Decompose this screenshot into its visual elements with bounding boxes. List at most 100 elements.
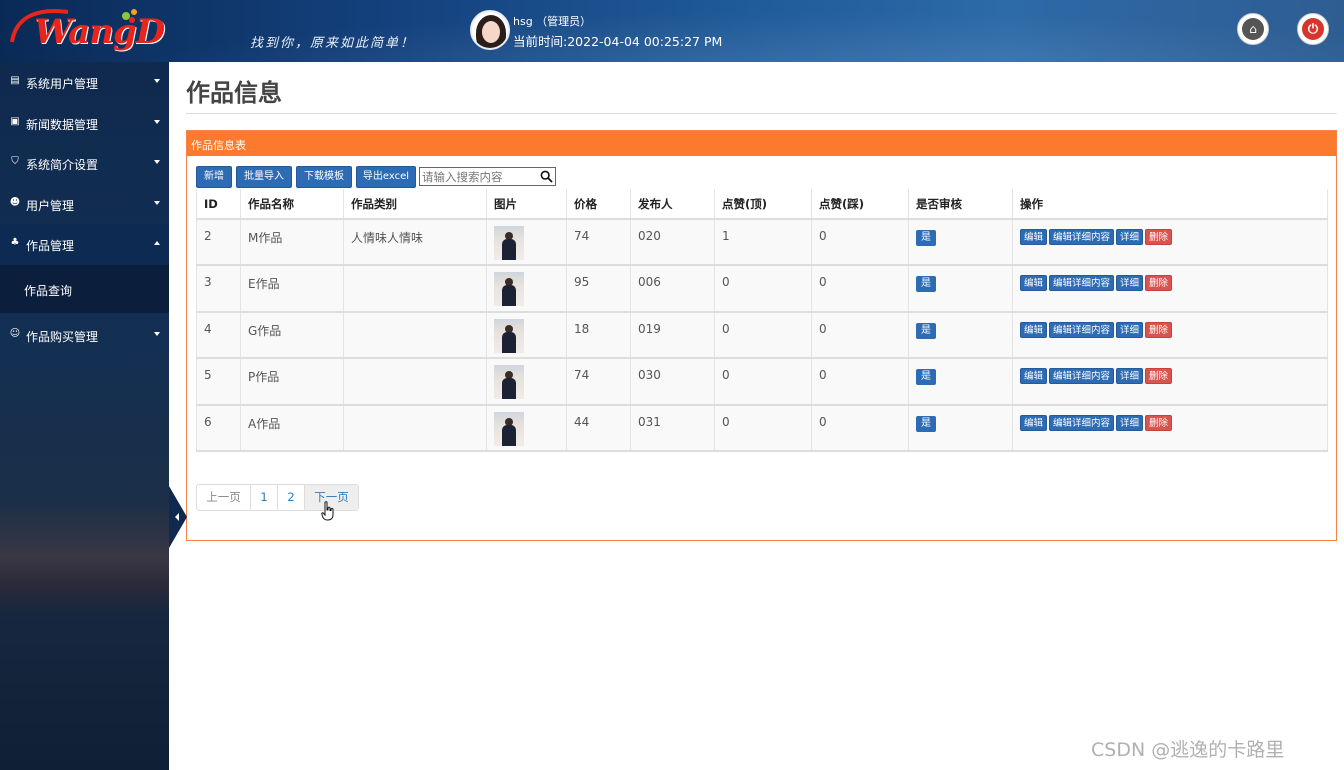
cell-likes: 0	[714, 311, 812, 360]
delete-button[interactable]: 删除	[1145, 321, 1173, 338]
cell-name: E作品	[240, 265, 344, 313]
detail-button[interactable]: 详细	[1116, 321, 1144, 338]
table-row: 3 E作品 95 006 0 0 是 编辑 编辑详细内容 详细 删除	[196, 265, 1328, 313]
column-header[interactable]: 作品名称	[240, 189, 344, 220]
sidebar-item-system-users[interactable]: ▤ 系统用户管理	[0, 62, 169, 103]
detail-button[interactable]: 详细	[1116, 275, 1144, 292]
caret-down-icon	[154, 332, 160, 336]
shield-icon: ⛉	[11, 156, 19, 167]
cell-likes: 1	[714, 219, 812, 267]
sidebar-item-label: 作品购买管理	[26, 330, 99, 344]
sidebar-item-works[interactable]: ♣ 作品管理	[0, 224, 169, 265]
edit-button[interactable]: 编辑	[1020, 275, 1048, 292]
cell-publisher: 006	[630, 265, 715, 313]
column-header[interactable]: 点赞(顶)	[714, 189, 812, 220]
detail-button[interactable]: 详细	[1116, 414, 1144, 431]
cell-price: 44	[566, 404, 631, 452]
download-template-button[interactable]: 下载模板	[296, 166, 352, 188]
edit-detail-button[interactable]: 编辑详细内容	[1049, 321, 1115, 338]
search-icon[interactable]	[540, 170, 553, 183]
edit-detail-button[interactable]: 编辑详细内容	[1049, 414, 1115, 431]
sidebar-item-label: 新闻数据管理	[26, 118, 99, 132]
delete-button[interactable]: 删除	[1145, 368, 1173, 385]
page-2-button[interactable]: 2	[277, 485, 304, 510]
title-divider	[186, 113, 1337, 114]
work-thumbnail[interactable]	[494, 272, 524, 307]
column-header[interactable]: ID	[196, 189, 241, 220]
approved-badge[interactable]: 是	[916, 322, 936, 339]
cell-name: M作品	[240, 219, 344, 267]
logout-button[interactable]: ⏻	[1297, 13, 1329, 45]
delete-button[interactable]: 删除	[1145, 414, 1173, 431]
home-button[interactable]: ⌂	[1237, 13, 1269, 45]
search-box	[419, 167, 556, 186]
watermark: CSDN @逃逸的卡路里	[1091, 739, 1285, 761]
edit-button[interactable]: 编辑	[1020, 229, 1048, 245]
cell-image	[486, 404, 567, 452]
cell-image	[486, 358, 567, 406]
caret-down-icon	[154, 120, 160, 124]
approved-badge[interactable]: 是	[916, 369, 936, 386]
column-header[interactable]: 操作	[1012, 189, 1328, 220]
caret-up-icon	[154, 241, 160, 245]
prev-page-button[interactable]: 上一页	[197, 485, 250, 510]
delete-button[interactable]: 删除	[1145, 275, 1173, 292]
cell-name: A作品	[240, 404, 344, 452]
edit-detail-button[interactable]: 编辑详细内容	[1049, 275, 1115, 292]
work-thumbnail[interactable]	[494, 365, 524, 400]
cell-actions: 编辑 编辑详细内容 详细 删除	[1012, 265, 1328, 313]
search-input[interactable]	[422, 168, 540, 185]
approved-badge[interactable]: 是	[916, 230, 936, 246]
cell-dislikes: 0	[811, 219, 909, 267]
hand-cursor-icon	[321, 501, 334, 521]
cell-price: 74	[566, 219, 631, 267]
cell-category: 人情味人情味	[343, 219, 487, 267]
cell-price: 18	[566, 311, 631, 360]
sidebar-item-system-intro[interactable]: ⛉ 系统简介设置	[0, 143, 169, 184]
cell-publisher: 019	[630, 311, 715, 360]
delete-button[interactable]: 删除	[1145, 229, 1173, 245]
cell-approved: 是	[908, 219, 1013, 267]
submenu-item-works-query[interactable]: 作品查询	[24, 282, 72, 299]
caret-down-icon	[154, 79, 160, 83]
work-thumbnail[interactable]	[494, 318, 524, 353]
cell-actions: 编辑 编辑详细内容 详细 删除	[1012, 311, 1328, 360]
sidebar-item-works-purchase[interactable]: ☺ 作品购买管理	[0, 315, 169, 356]
sidebar-item-news[interactable]: ▣ 新闻数据管理	[0, 103, 169, 144]
logo-text: WangD	[34, 12, 165, 52]
edit-detail-button[interactable]: 编辑详细内容	[1049, 368, 1115, 385]
cell-price: 95	[566, 265, 631, 313]
cell-image	[486, 311, 567, 360]
detail-button[interactable]: 详细	[1116, 229, 1144, 245]
export-excel-button[interactable]: 导出excel	[356, 166, 416, 188]
column-header[interactable]: 作品类别	[343, 189, 487, 220]
caret-down-icon	[154, 160, 160, 164]
column-header[interactable]: 图片	[486, 189, 567, 220]
sidebar: ▤ 系统用户管理 ▣ 新闻数据管理 ⛉ 系统简介设置 ☻ 用户管理 ♣ 作品管理…	[0, 62, 169, 770]
work-thumbnail[interactable]	[494, 226, 524, 260]
cell-approved: 是	[908, 358, 1013, 406]
detail-button[interactable]: 详细	[1116, 368, 1144, 385]
user-name: hsg （管理员）	[513, 15, 592, 28]
cell-category	[343, 265, 487, 313]
approved-badge[interactable]: 是	[916, 276, 936, 293]
column-header[interactable]: 是否审核	[908, 189, 1013, 220]
add-button[interactable]: 新增	[196, 166, 232, 188]
cell-likes: 0	[714, 265, 812, 313]
sidebar-item-users[interactable]: ☻ 用户管理	[0, 184, 169, 225]
batch-import-button[interactable]: 批量导入	[236, 166, 292, 188]
page-1-button[interactable]: 1	[250, 485, 277, 510]
edit-button[interactable]: 编辑	[1020, 368, 1048, 385]
sidebar-collapse-toggle[interactable]	[169, 486, 187, 548]
avatar[interactable]	[470, 10, 510, 50]
edit-button[interactable]: 编辑	[1020, 414, 1048, 431]
column-header[interactable]: 价格	[566, 189, 631, 220]
column-header[interactable]: 点赞(踩)	[811, 189, 909, 220]
edit-button[interactable]: 编辑	[1020, 321, 1048, 338]
table-row: 6 A作品 44 031 0 0 是 编辑 编辑详细内容 详细 删除	[196, 404, 1328, 452]
edit-detail-button[interactable]: 编辑详细内容	[1049, 229, 1115, 245]
work-thumbnail[interactable]	[494, 411, 524, 446]
cell-publisher: 030	[630, 358, 715, 406]
column-header[interactable]: 发布人	[630, 189, 715, 220]
approved-badge[interactable]: 是	[916, 415, 936, 432]
